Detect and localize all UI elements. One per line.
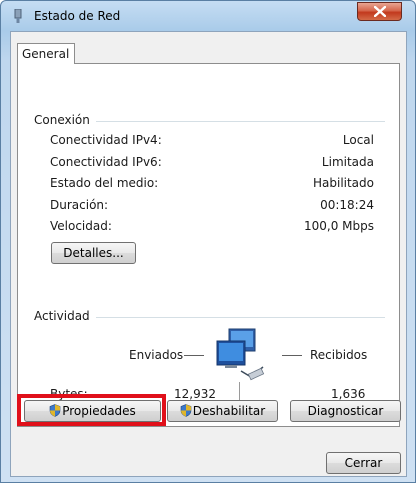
duration-label: Duración: bbox=[50, 198, 109, 212]
uac-shield-icon bbox=[180, 404, 192, 417]
highlight-box bbox=[17, 394, 166, 426]
diagnose-button[interactable]: Diagnosticar bbox=[290, 400, 401, 422]
general-tab-panel: Conexión Conectividad IPv4: Local Conect… bbox=[17, 63, 400, 427]
media-state-label: Estado del medio: bbox=[50, 176, 159, 190]
sent-dash bbox=[184, 355, 204, 356]
close-window-button[interactable] bbox=[357, 2, 402, 21]
sent-label: Enviados bbox=[129, 348, 184, 362]
received-dash bbox=[282, 355, 302, 356]
window-title: Estado de Red bbox=[34, 9, 121, 23]
speed-value: 100,0 Mbps bbox=[303, 219, 374, 233]
ipv6-connectivity-label: Conectividad IPv6: bbox=[50, 155, 162, 169]
disable-button-label: Deshabilitar bbox=[192, 404, 266, 418]
ipv4-connectivity-label: Conectividad IPv4: bbox=[50, 133, 162, 147]
tab-general[interactable]: General bbox=[17, 43, 75, 64]
bytes-sent-value: 12,932 bbox=[174, 387, 216, 401]
ipv4-connectivity-value: Local bbox=[342, 133, 374, 147]
network-status-window: Estado de Red General Conexión Conectivi… bbox=[0, 0, 416, 483]
network-computers-icon bbox=[216, 328, 265, 381]
bytes-received-value: 1,636 bbox=[331, 387, 366, 401]
connection-group-label: Conexión bbox=[34, 113, 96, 127]
activity-group-label: Actividad bbox=[34, 309, 96, 323]
close-button[interactable]: Cerrar bbox=[326, 452, 401, 474]
network-adapter-icon bbox=[14, 9, 22, 23]
ipv6-connectivity-value: Limitada bbox=[321, 155, 374, 169]
speed-label: Velocidad: bbox=[50, 219, 112, 233]
media-state-value: Habilitado bbox=[312, 176, 374, 190]
duration-value: 00:18:24 bbox=[320, 198, 374, 212]
details-button[interactable]: Detalles... bbox=[51, 242, 136, 264]
disable-button[interactable]: Deshabilitar bbox=[167, 400, 278, 422]
received-label: Recibidos bbox=[310, 348, 368, 362]
title-bar[interactable]: Estado de Red bbox=[1, 1, 415, 31]
tab-general-label: General bbox=[22, 47, 70, 61]
close-icon bbox=[374, 6, 386, 17]
